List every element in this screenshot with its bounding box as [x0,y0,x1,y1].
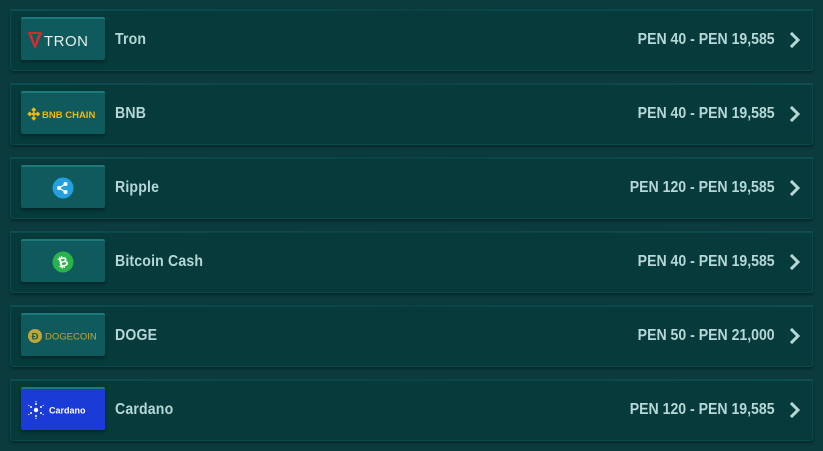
svg-text:BNB CHAIN: BNB CHAIN [42,110,95,121]
currency-row-bitcoin-cash[interactable]: ₿ Bitcoin Cash PEN 40 - PEN 19,585 [10,231,813,293]
chevron-right-icon [789,180,801,196]
currency-row-doge[interactable]: Đ DOGECOIN DOGE PEN 50 - PEN 21,000 [10,305,813,367]
svg-text:DOGECOIN: DOGECOIN [45,331,97,342]
currency-name: DOGE [115,327,158,344]
bnb-chain-logo-icon: BNB CHAIN [21,91,105,134]
currency-row-cardano[interactable]: Cardano Cardano PEN 120 - PEN 19,585 [10,379,813,441]
svg-text:Đ: Đ [32,331,39,342]
currency-name: Cardano [115,401,174,418]
ripple-logo-icon [21,165,105,208]
currency-name: BNB [115,105,147,122]
chevron-right-icon [789,106,801,122]
svg-text:Cardano: Cardano [49,405,86,415]
deposit-range: PEN 40 - PEN 19,585 [638,31,775,48]
svg-text:TRON: TRON [44,33,89,50]
deposit-range: PEN 50 - PEN 21,000 [638,327,775,344]
currency-name: Ripple [115,179,160,196]
cardano-logo-icon: Cardano [21,387,105,430]
deposit-range: PEN 120 - PEN 19,585 [630,179,775,196]
chevron-right-icon [789,32,801,48]
currency-name: Tron [115,31,147,48]
currency-row-tron[interactable]: TRON Tron PEN 40 - PEN 19,585 [10,9,813,71]
chevron-right-icon [789,402,801,418]
currency-row-bnb[interactable]: BNB CHAIN BNB PEN 40 - PEN 19,585 [10,83,813,145]
deposit-range: PEN 120 - PEN 19,585 [630,401,775,418]
currency-row-ripple[interactable]: Ripple PEN 120 - PEN 19,585 [10,157,813,219]
chevron-right-icon [789,254,801,270]
currency-name: Bitcoin Cash [115,253,204,270]
deposit-range: PEN 40 - PEN 19,585 [638,253,775,270]
payment-method-list: TRON Tron PEN 40 - PEN 19,585 BNB CHAIN … [0,0,823,451]
dogecoin-logo-icon: Đ DOGECOIN [21,313,105,356]
bitcoin-cash-logo-icon: ₿ [21,239,105,282]
chevron-right-icon [789,328,801,344]
deposit-range: PEN 40 - PEN 19,585 [638,105,775,122]
tron-logo-icon: TRON [21,17,105,60]
